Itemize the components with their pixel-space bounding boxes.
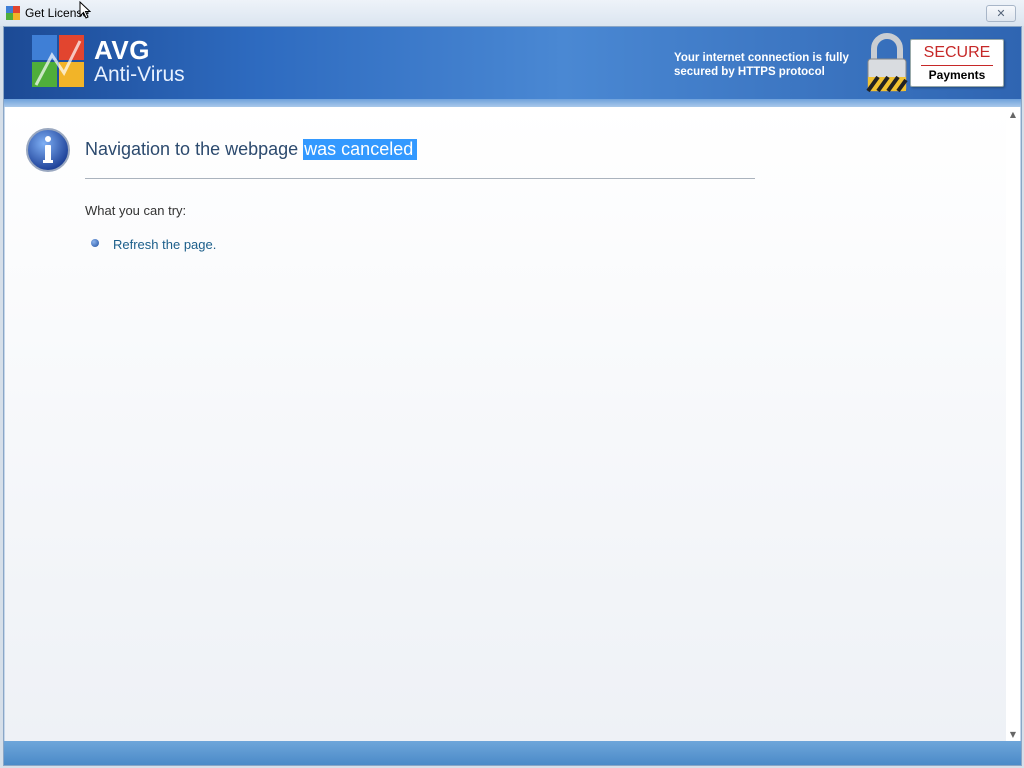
avg-banner: AVG Anti-Virus Your internet connection … bbox=[4, 27, 1021, 107]
scroll-down-arrow-icon[interactable]: ▼ bbox=[1006, 727, 1020, 741]
selected-text[interactable]: was canceled bbox=[303, 139, 418, 160]
secure-badge-title: SECURE bbox=[923, 44, 991, 61]
close-button[interactable]: ✕ bbox=[986, 5, 1016, 22]
secure-payments-badge: SECURE Payments bbox=[910, 39, 1004, 87]
scroll-up-arrow-icon[interactable]: ▲ bbox=[1006, 107, 1020, 121]
avg-app-icon bbox=[6, 6, 20, 20]
secure-message-line2: secured by HTTPS protocol bbox=[674, 66, 825, 78]
brand-name: AVG bbox=[94, 35, 150, 65]
vertical-scrollbar[interactable]: ▲ ▼ bbox=[1006, 107, 1020, 741]
refresh-page-link[interactable]: Refresh the page. bbox=[113, 237, 216, 252]
error-page: Navigation to the webpage was canceled W… bbox=[5, 107, 1006, 741]
badge-divider bbox=[921, 65, 993, 66]
secure-badge-subtitle: Payments bbox=[928, 68, 986, 82]
page-title: Navigation to the webpage was canceled bbox=[85, 139, 418, 160]
bullet-icon bbox=[91, 239, 99, 247]
padlock-icon bbox=[866, 33, 908, 93]
secure-message-line1: Your internet connection is fully bbox=[674, 52, 849, 64]
title-bar: Get License ✕ bbox=[0, 0, 1024, 26]
bottom-status-bar bbox=[4, 741, 1021, 765]
dialog-frame: AVG Anti-Virus Your internet connection … bbox=[3, 26, 1022, 766]
secure-connection-message: Your internet connection is fully secure… bbox=[674, 51, 864, 79]
info-icon bbox=[26, 128, 70, 172]
divider bbox=[85, 178, 755, 179]
mouse-cursor-icon bbox=[79, 1, 91, 19]
avg-logo-icon bbox=[32, 35, 84, 87]
page-title-text: Navigation to the webpage bbox=[85, 139, 304, 159]
product-name: Anti-Virus bbox=[94, 63, 185, 86]
what-you-can-try-label: What you can try: bbox=[85, 203, 187, 218]
